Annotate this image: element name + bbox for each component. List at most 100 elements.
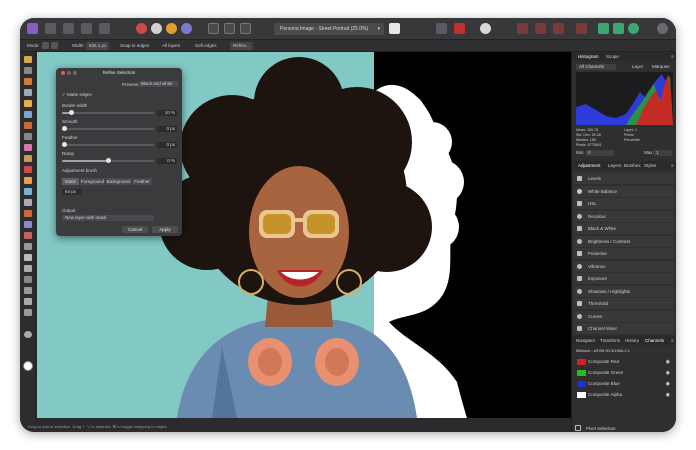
snap-icon[interactable]	[517, 23, 528, 34]
search-icon[interactable]	[24, 331, 32, 338]
color-swatch[interactable]	[23, 361, 33, 371]
frame-text-tool-icon[interactable]	[24, 232, 32, 239]
panel-menu-icon[interactable]: ≡	[671, 161, 674, 170]
tab-styles[interactable]: Styles	[644, 161, 656, 170]
adjustment-item[interactable]: Recolour	[574, 210, 674, 222]
eye-icon[interactable]: ◉	[666, 357, 670, 367]
tab-navigator[interactable]: Navigator	[576, 336, 595, 345]
all-layers-checkbox[interactable]: All layers	[162, 42, 180, 50]
color-picker-tool-icon[interactable]	[24, 78, 32, 85]
refine-button[interactable]: Refine...	[230, 42, 253, 50]
adjustment-item[interactable]: Black & White	[574, 223, 674, 234]
feather-slider[interactable]	[62, 142, 154, 147]
zoom-tool-icon[interactable]	[24, 298, 32, 305]
feather-knob[interactable]	[62, 142, 67, 147]
tab-histogram[interactable]: Histogram	[578, 52, 599, 61]
snap-to-edges-checkbox[interactable]: Snap to edges	[120, 42, 149, 50]
fill-tool-icon[interactable]	[24, 133, 32, 140]
layer-option[interactable]: Layer	[632, 64, 643, 70]
export-persona-icon[interactable]	[99, 23, 110, 34]
document-title[interactable]: Persona Image - Street Portrait (25.0%) …	[274, 23, 384, 35]
segment-background[interactable]: Background	[106, 178, 131, 185]
segment-matte[interactable]: Matte	[62, 178, 79, 185]
transform-icon[interactable]	[240, 23, 251, 34]
white-balance-icon[interactable]	[181, 23, 192, 34]
adjustment-item[interactable]: Posterise	[574, 248, 674, 259]
erase-icon[interactable]	[454, 23, 465, 34]
tab-scope[interactable]: Scope	[606, 52, 619, 61]
adjustment-item[interactable]: Levels	[574, 173, 674, 184]
develop-persona-icon[interactable]	[81, 23, 92, 34]
clone-tool-icon[interactable]	[24, 166, 32, 173]
adjustment-item[interactable]: Shadows / Highlights	[574, 285, 674, 297]
document-canvas[interactable]: Refine Selection Preview: Black and whit…	[37, 52, 571, 418]
channel-row[interactable]: Composite Green ◉	[574, 368, 674, 378]
blur-tool-icon[interactable]	[24, 188, 32, 195]
node-tool-icon[interactable]	[24, 221, 32, 228]
matte-edges-checkbox[interactable]: ✓ Matte edges	[62, 92, 92, 98]
output-select[interactable]: New layer with mask	[62, 215, 154, 221]
erase-brush-tool-icon[interactable]	[24, 144, 32, 151]
tab-history[interactable]: History	[625, 336, 639, 345]
adjustment-item[interactable]: Threshold	[574, 298, 674, 309]
border-width-input[interactable]: 10 %	[157, 110, 177, 116]
mask-icon[interactable]	[436, 23, 447, 34]
channel-row[interactable]: Composite Blue ◉	[574, 379, 674, 389]
quick-mask-icon[interactable]	[389, 23, 400, 34]
selection-brush-tool-icon[interactable]	[24, 100, 32, 107]
align-icon[interactable]	[553, 23, 564, 34]
view-tool-icon[interactable]	[24, 276, 32, 283]
photo-persona-icon[interactable]	[45, 23, 56, 34]
gradient-tool-icon[interactable]	[24, 243, 32, 250]
dodge-tool-icon[interactable]	[24, 155, 32, 162]
width-input[interactable]: 526.1 px	[86, 42, 110, 50]
tab-brushes[interactable]: Brushes	[624, 161, 641, 170]
mode-subtract-icon[interactable]	[51, 42, 58, 49]
smooth-slider[interactable]	[62, 126, 154, 131]
app-logo-icon[interactable]	[27, 23, 38, 34]
arrange-icon[interactable]	[576, 23, 587, 34]
artistic-text-tool-icon[interactable]	[24, 265, 32, 272]
channel-select[interactable]: All Channels	[576, 64, 616, 70]
smudge-tool-icon[interactable]	[24, 199, 32, 206]
blemish-tool-icon[interactable]	[24, 177, 32, 184]
move-tool-icon[interactable]	[24, 67, 32, 74]
mode-add-icon[interactable]	[42, 42, 49, 49]
levels-icon[interactable]	[151, 23, 162, 34]
eye-icon[interactable]: ◉	[666, 368, 670, 378]
eye-icon[interactable]: ◉	[666, 379, 670, 389]
ramp-slider[interactable]	[62, 158, 154, 163]
preview-select[interactable]: Black and white	[138, 81, 178, 87]
channel-row[interactable]: Composite Alpha ◉	[574, 390, 674, 400]
eye-icon[interactable]: ◉	[666, 390, 670, 400]
settings-icon[interactable]	[628, 23, 639, 34]
tab-layers[interactable]: Layers	[608, 161, 622, 170]
segment-foreground[interactable]: Foreground	[80, 178, 105, 185]
adjustment-item[interactable]: HSL	[574, 198, 674, 209]
adjustment-item[interactable]: White Balance	[574, 185, 674, 197]
account-icon[interactable]	[657, 23, 668, 34]
view-icon[interactable]	[613, 23, 624, 34]
panel-menu-icon[interactable]: ≡	[671, 52, 674, 61]
snap-options-icon[interactable]	[535, 23, 546, 34]
smooth-knob[interactable]	[62, 126, 67, 131]
pen-tool-icon[interactable]	[24, 210, 32, 217]
segment-feather[interactable]: Feather	[132, 178, 152, 185]
adjustment-item[interactable]: Brightness / Contrast	[574, 235, 674, 247]
adjustment-item[interactable]: Exposure	[574, 273, 674, 284]
adjustment-item[interactable]: Vibrance	[574, 260, 674, 272]
tab-channels[interactable]: Channels	[645, 336, 664, 345]
crop-icon[interactable]	[208, 23, 219, 34]
tab-adjustment[interactable]: Adjustment	[578, 161, 601, 170]
hand-tool-icon[interactable]	[24, 56, 32, 63]
ramp-knob[interactable]	[105, 158, 111, 163]
select-icon[interactable]	[224, 23, 235, 34]
sampler-tool-icon[interactable]	[24, 287, 32, 294]
marquee-option[interactable]: Marquee	[652, 64, 670, 70]
assistant-icon[interactable]	[480, 23, 491, 34]
crop-tool-icon[interactable]	[24, 89, 32, 96]
hsl-icon[interactable]	[136, 23, 147, 34]
mesh-warp-tool-icon[interactable]	[24, 309, 32, 316]
channel-row[interactable]: Composite Red ◉	[574, 357, 674, 367]
min-input[interactable]: 0	[586, 150, 614, 156]
